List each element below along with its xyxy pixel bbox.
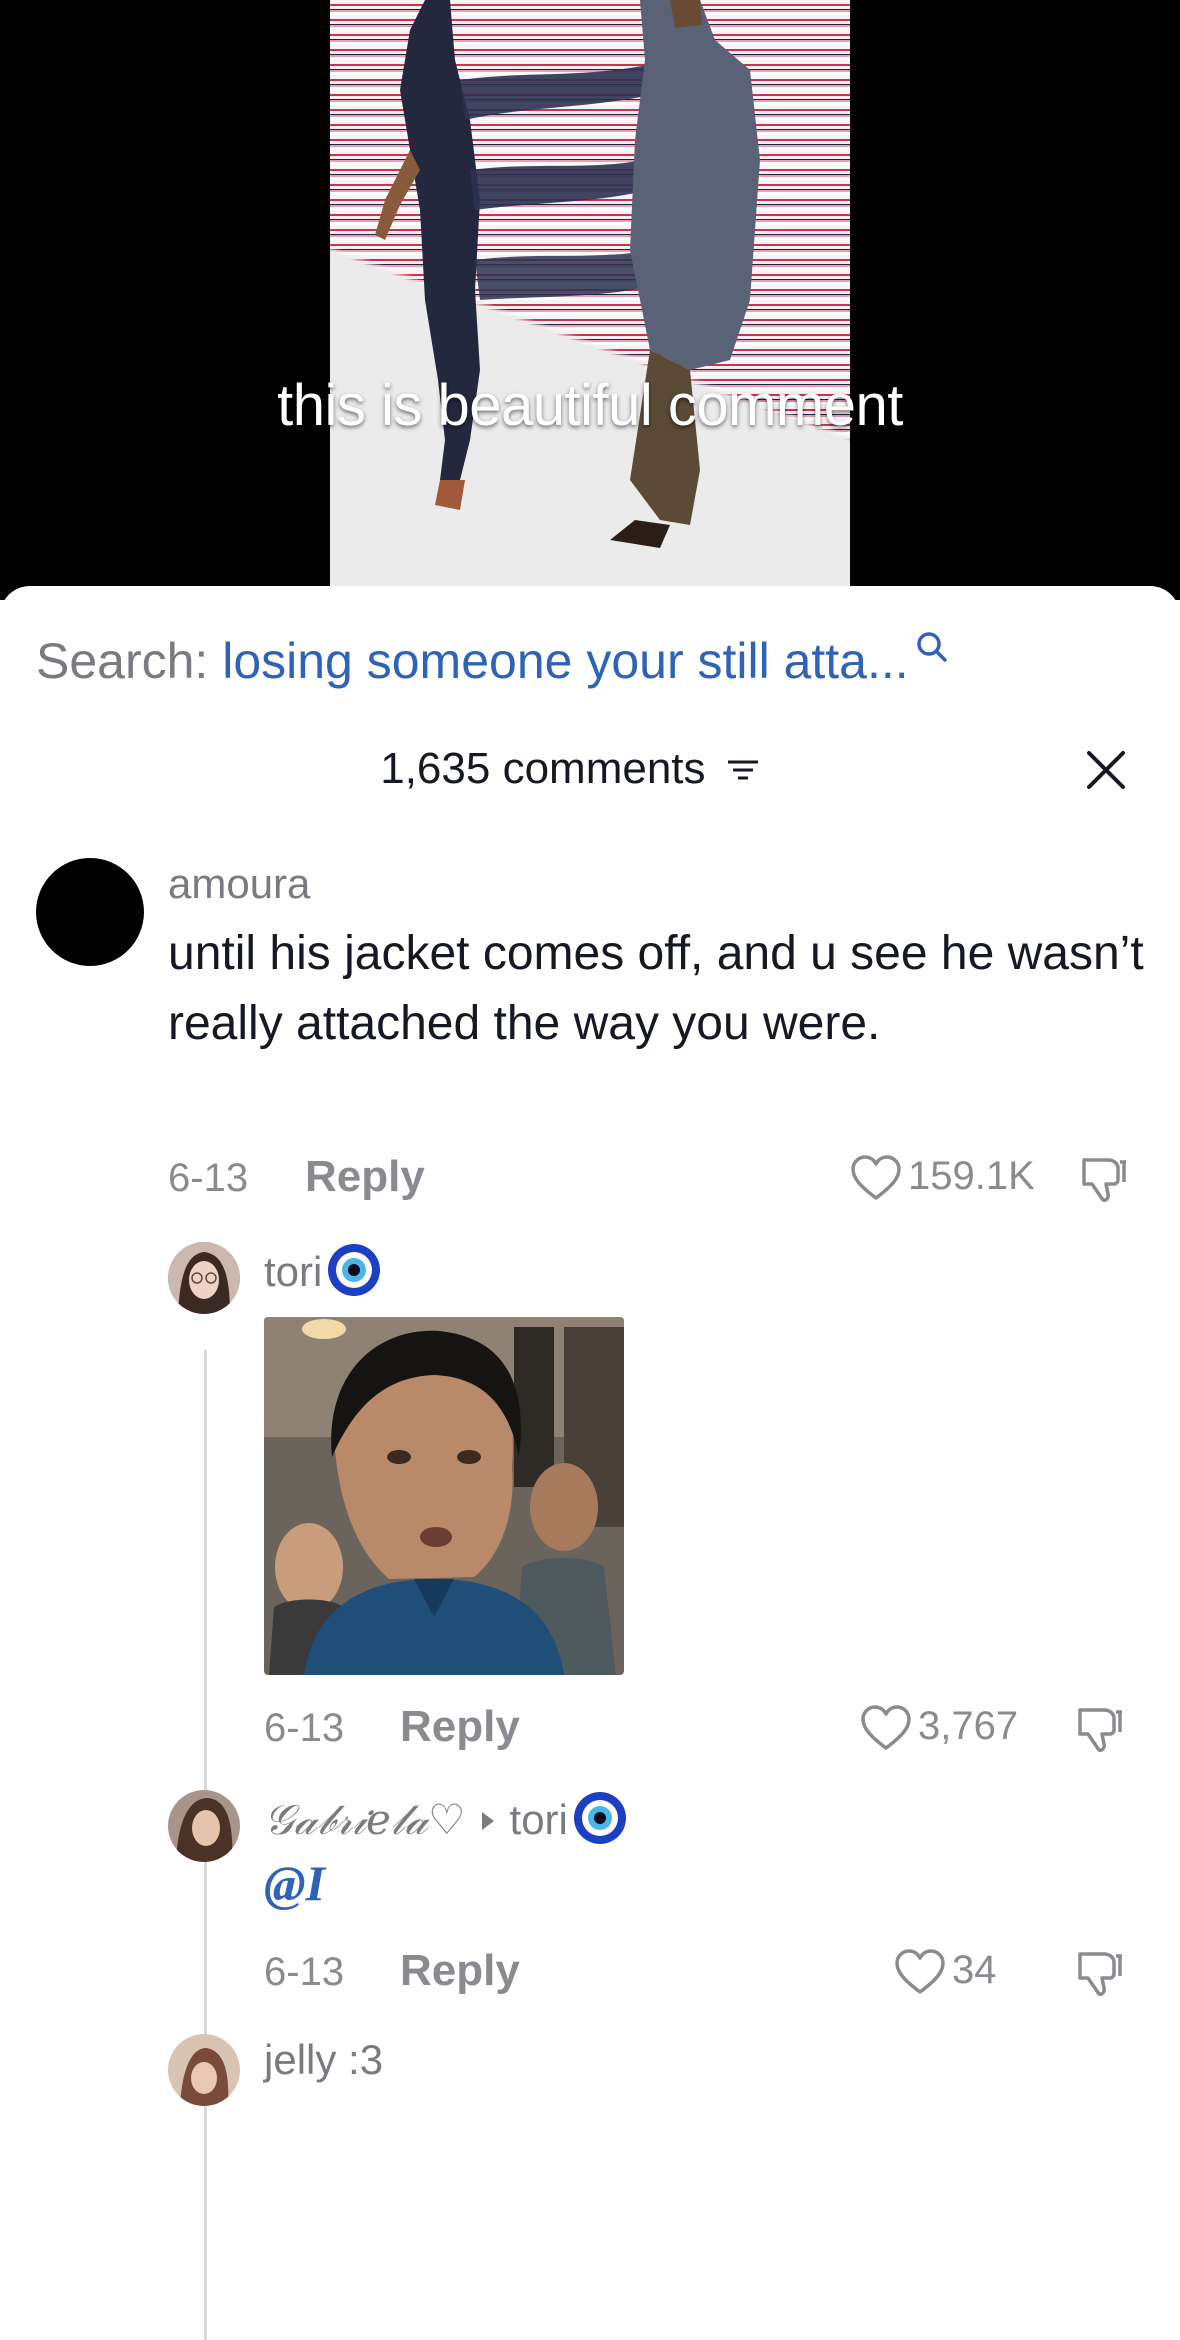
reply-username-text: tori xyxy=(264,1248,323,1296)
comment-username[interactable]: amoura xyxy=(168,860,310,908)
reply-username-text: 𝒢𝒶𝒷𝓇𝒾𝑒𝓁𝒶♡ xyxy=(264,1795,466,1845)
reply-username[interactable]: 𝒢𝒶𝒷𝓇𝒾𝑒𝓁𝒶♡ tori xyxy=(264,1790,628,1856)
heart-icon xyxy=(895,1949,945,1995)
video-player[interactable]: this is beautiful comment xyxy=(0,0,1180,600)
evil-eye-icon xyxy=(326,1242,382,1308)
reply-button[interactable]: Reply xyxy=(400,1702,520,1752)
avatar[interactable] xyxy=(168,1242,240,1314)
video-caption: this is beautiful comment xyxy=(277,373,903,438)
reply-date: 6-13 xyxy=(264,1706,345,1750)
like-button[interactable]: 3,767 xyxy=(860,1704,1018,1752)
reply-to-username[interactable]: tori xyxy=(510,1796,568,1843)
comment-count-label: 1,635 comments xyxy=(380,744,706,793)
filter-icon[interactable] xyxy=(726,746,760,796)
reply-arrow-icon xyxy=(481,1812,494,1831)
comments-header: 1,635 comments xyxy=(0,744,1180,796)
mention-link[interactable]: @I xyxy=(264,1848,325,1918)
search-query-link[interactable]: losing someone your still atta... xyxy=(222,633,908,689)
evil-eye-icon xyxy=(572,1790,628,1856)
comments-sheet: Search: losing someone your still atta..… xyxy=(0,586,1180,2340)
gif-reaction-image[interactable] xyxy=(264,1317,624,1675)
dislike-icon[interactable] xyxy=(1074,1704,1130,1759)
heart-icon xyxy=(861,1705,911,1751)
comment-count: 1,635 comments xyxy=(380,744,760,793)
comment-date: 6-13 xyxy=(168,1156,249,1200)
reply-button[interactable]: Reply xyxy=(305,1152,425,1202)
painting-frame xyxy=(330,0,850,600)
reply-username[interactable]: jelly :3 xyxy=(264,2036,383,2084)
avatar[interactable] xyxy=(36,858,144,966)
like-button[interactable]: 159.1K xyxy=(850,1154,1035,1202)
close-icon[interactable] xyxy=(1084,748,1128,792)
like-count: 3,767 xyxy=(918,1704,1019,1748)
comment-text: until his jacket comes off, and u see he… xyxy=(168,927,1144,1050)
like-count: 159.1K xyxy=(908,1154,1035,1198)
reply-button[interactable]: Reply xyxy=(400,1946,520,1996)
reply-date: 6-13 xyxy=(264,1950,345,1994)
painting-figures xyxy=(375,0,760,548)
search-icon[interactable] xyxy=(915,618,949,676)
heart-icon xyxy=(851,1155,901,1201)
dislike-icon[interactable] xyxy=(1074,1948,1130,2003)
search-label: Search: xyxy=(36,633,223,689)
dislike-icon[interactable] xyxy=(1078,1154,1134,1209)
search-suggestion[interactable]: Search: losing someone your still atta..… xyxy=(36,632,949,690)
avatar[interactable] xyxy=(168,2034,240,2106)
like-button[interactable]: 34 xyxy=(894,1948,997,1996)
like-count: 34 xyxy=(952,1948,997,1992)
reply-username[interactable]: tori xyxy=(264,1242,382,1308)
avatar[interactable] xyxy=(168,1790,240,1862)
